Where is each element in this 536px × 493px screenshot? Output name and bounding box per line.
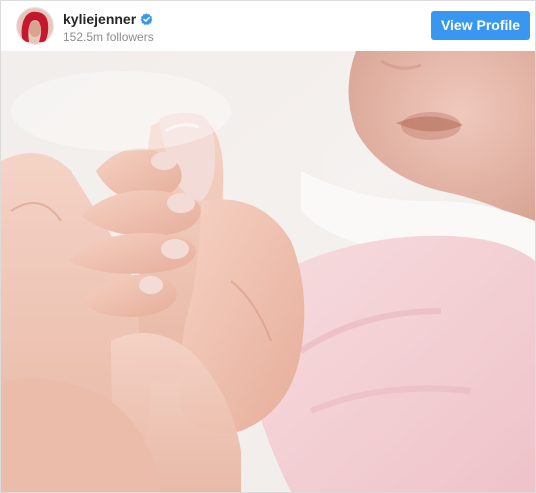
post-photo[interactable] (1, 51, 535, 492)
instagram-embed: kyliejenner 152.5m followers View Profil… (0, 0, 536, 493)
post-header: kyliejenner 152.5m followers View Profil… (1, 1, 535, 51)
username[interactable]: kyliejenner (63, 11, 136, 27)
verified-badge-icon (140, 12, 153, 26)
username-row: kyliejenner (63, 11, 154, 27)
user-info: kyliejenner 152.5m followers (63, 11, 154, 44)
avatar[interactable] (16, 7, 54, 45)
avatar-image (17, 8, 53, 44)
followers-count: 152.5m followers (63, 30, 154, 44)
post-image (1, 51, 535, 492)
view-profile-button[interactable]: View Profile (431, 11, 530, 40)
